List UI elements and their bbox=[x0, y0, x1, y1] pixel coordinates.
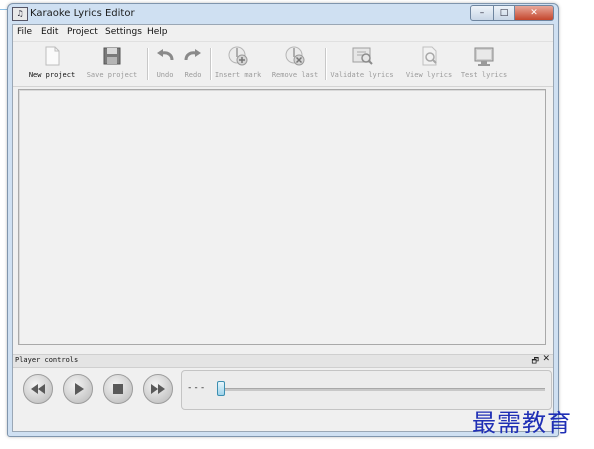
view-lyrics-button[interactable]: View lyrics bbox=[403, 44, 455, 84]
insert-mark-button[interactable]: Insert mark bbox=[213, 44, 263, 84]
player-controls-title: Player controls bbox=[15, 356, 79, 364]
monitor-icon bbox=[474, 47, 494, 66]
view-lyrics-icon bbox=[422, 46, 437, 66]
menu-help[interactable]: Help bbox=[147, 27, 168, 37]
remove-last-label: Remove last bbox=[271, 71, 319, 79]
app-window: ♫ Karaoke Lyrics Editor – □ ✕ File Edit … bbox=[7, 3, 559, 437]
window-controls: – □ ✕ bbox=[470, 5, 554, 21]
insert-mark-icon bbox=[228, 46, 248, 66]
menu-edit[interactable]: Edit bbox=[41, 27, 58, 37]
redo-label: Redo bbox=[184, 71, 202, 79]
fast-forward-button[interactable] bbox=[143, 374, 173, 404]
time-display: --- bbox=[187, 383, 207, 393]
undo-icon bbox=[157, 49, 174, 61]
window-title: Karaoke Lyrics Editor bbox=[30, 8, 135, 19]
test-lyrics-label: Test lyrics bbox=[460, 71, 508, 79]
rewind-icon bbox=[31, 384, 45, 394]
app-icon: ♫ bbox=[12, 7, 28, 21]
stop-icon bbox=[113, 384, 123, 394]
new-project-button[interactable]: New project bbox=[21, 44, 83, 84]
menu-bar: File Edit Project Settings Help bbox=[13, 25, 553, 42]
watermark-text: 最需教育 bbox=[472, 409, 572, 437]
seek-slider-thumb[interactable] bbox=[217, 381, 225, 396]
maximize-button[interactable]: □ bbox=[494, 5, 515, 21]
toolbar: New project Save project Undo Redo Inser… bbox=[13, 42, 553, 87]
restore-icon[interactable]: 🗗 bbox=[531, 355, 539, 369]
toolbar-separator bbox=[325, 48, 327, 80]
play-button[interactable] bbox=[63, 374, 93, 404]
menu-project[interactable]: Project bbox=[67, 27, 98, 37]
seek-track[interactable] bbox=[220, 388, 545, 391]
menu-file[interactable]: File bbox=[17, 27, 32, 37]
stop-button[interactable] bbox=[103, 374, 133, 404]
remove-last-button[interactable]: Remove last bbox=[269, 44, 321, 84]
validate-lyrics-icon bbox=[352, 47, 373, 65]
new-document-icon bbox=[45, 46, 60, 66]
play-icon bbox=[75, 383, 84, 395]
fast-forward-icon bbox=[151, 384, 165, 394]
undo-button[interactable]: Undo bbox=[151, 44, 179, 84]
floppy-disk-icon bbox=[103, 47, 121, 65]
title-bar[interactable]: ♫ Karaoke Lyrics Editor – □ ✕ bbox=[8, 4, 558, 24]
rewind-button[interactable] bbox=[23, 374, 53, 404]
client-area: File Edit Project Settings Help New proj… bbox=[12, 24, 554, 432]
redo-button[interactable]: Redo bbox=[179, 44, 207, 84]
remove-mark-icon bbox=[285, 46, 305, 66]
redo-icon bbox=[184, 49, 201, 61]
lyrics-editor-area[interactable] bbox=[18, 89, 546, 345]
view-lyrics-label: View lyrics bbox=[405, 71, 453, 79]
undo-label: Undo bbox=[156, 71, 174, 79]
close-window-button[interactable]: ✕ bbox=[515, 5, 554, 21]
insert-mark-label: Insert mark bbox=[214, 71, 262, 79]
close-icon[interactable]: ✕ bbox=[542, 354, 550, 364]
save-project-label: Save project bbox=[86, 71, 138, 79]
validate-lyrics-button[interactable]: Validate lyrics bbox=[329, 44, 395, 84]
player-controls-titlebar: Player controls 🗗 ✕ bbox=[13, 354, 553, 368]
menu-settings[interactable]: Settings bbox=[105, 27, 142, 37]
new-project-label: New project bbox=[28, 71, 76, 79]
validate-lyrics-label: Validate lyrics bbox=[330, 71, 394, 79]
test-lyrics-button[interactable]: Test lyrics bbox=[459, 44, 509, 84]
save-project-button[interactable]: Save project bbox=[81, 44, 143, 84]
minimize-button[interactable]: – bbox=[470, 5, 494, 21]
toolbar-separator bbox=[147, 48, 149, 80]
toolbar-separator bbox=[210, 48, 212, 80]
